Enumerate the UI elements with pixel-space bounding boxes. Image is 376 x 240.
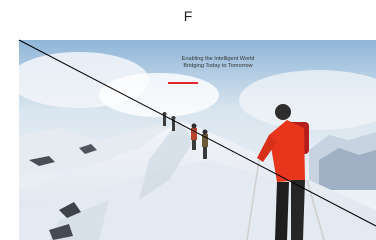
tagline-line-1: Enabling the Intelligent World bbox=[181, 56, 255, 62]
page-letter: F bbox=[183, 8, 193, 24]
accent-bar bbox=[168, 82, 198, 84]
hero-banner[interactable]: Enabling the Intelligent World Bridging … bbox=[19, 40, 376, 240]
page: F Enabling the Intelligent World Bridgin… bbox=[0, 0, 376, 240]
tagline-line-2: Bridging Today to Tomorrow bbox=[183, 63, 253, 69]
hero-tagline: Enabling the Intelligent World Bridging … bbox=[156, 56, 280, 84]
